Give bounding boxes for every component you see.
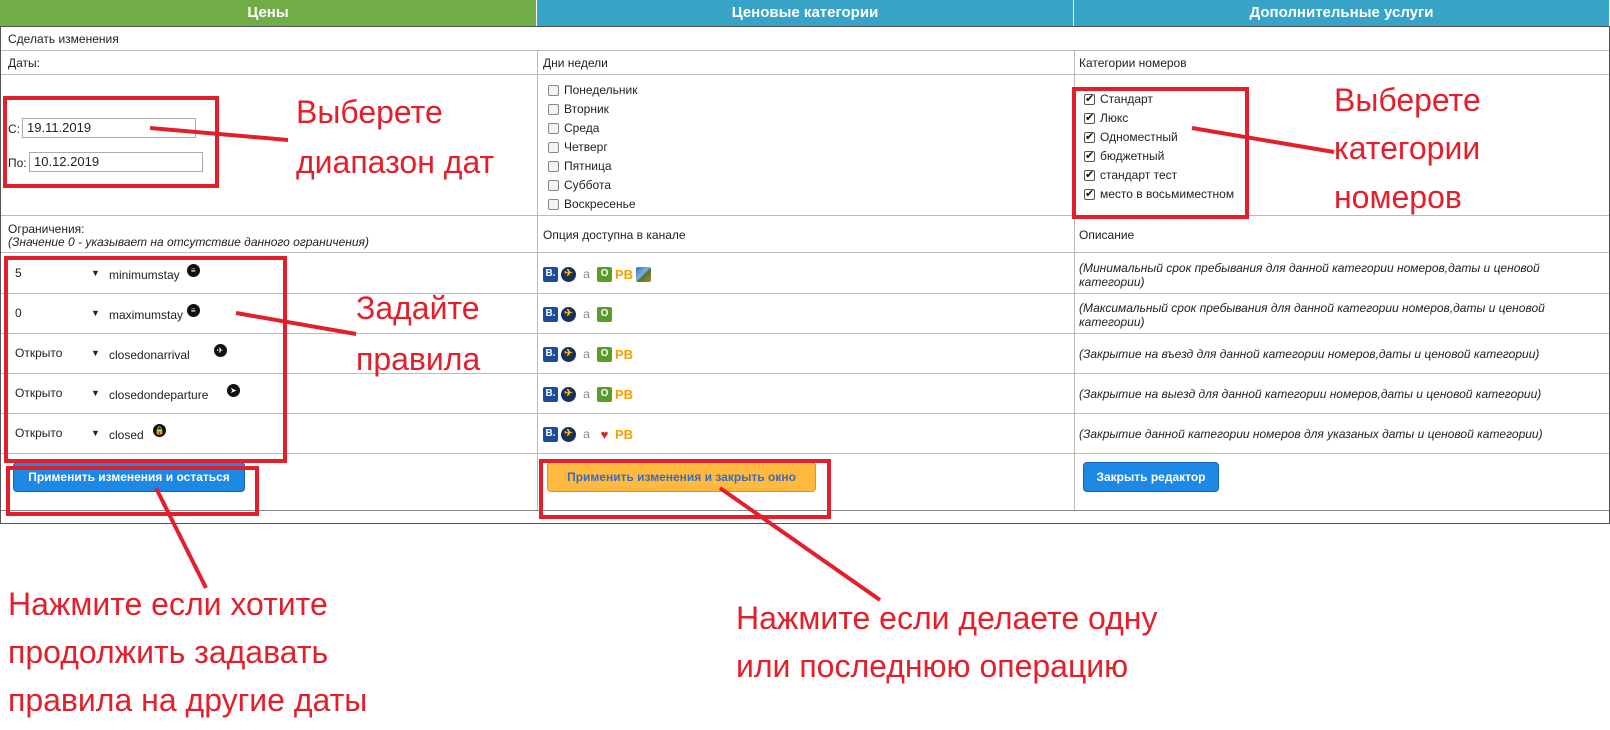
note-stay-1: Нажмите если хотите [8,586,328,622]
annotation-line [149,126,289,142]
annotation-line [1191,126,1335,154]
note-rooms-1: Выберете [1334,82,1481,118]
note-rooms-3: номеров [1334,179,1462,215]
note-rules-2: правила [356,341,481,377]
note-dates-2: диапазон дат [296,144,495,180]
annotation-line [235,311,357,336]
note-rooms-2: категории [1334,130,1481,166]
note-dates-1: Выберете [296,94,443,130]
note-rules-1: Задайте [356,290,480,326]
note-close-1: Нажмите если делаете одну [736,600,1158,636]
note-close-2: или последнюю операцию [736,648,1129,684]
note-stay-2: продолжить задавать [8,634,329,670]
note-stay-3: правила на другие даты [8,682,368,718]
annotation-line [154,487,208,589]
annotation-line [718,486,882,602]
